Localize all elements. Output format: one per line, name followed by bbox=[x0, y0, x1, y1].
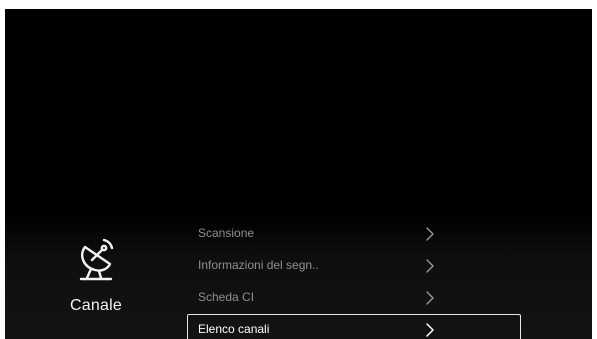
menu-item-label: Scansione bbox=[198, 226, 255, 240]
menu-item-label: Informazioni del segn.. bbox=[198, 258, 319, 272]
menu-item-elenco-canali[interactable]: Elenco canali bbox=[187, 314, 521, 339]
menu-item-informazioni-segnale[interactable]: Informazioni del segn.. bbox=[187, 250, 521, 282]
chevron-right-icon bbox=[426, 323, 434, 337]
chevron-right-icon bbox=[426, 291, 434, 305]
category-label: Canale bbox=[70, 297, 122, 314]
satellite-dish-icon bbox=[79, 238, 114, 281]
menu-item-label: Scheda CI bbox=[198, 290, 255, 304]
menu-item-label: Elenco canali bbox=[198, 322, 270, 336]
chevron-right-icon bbox=[426, 227, 434, 241]
menu-item-scansione[interactable]: Scansione bbox=[187, 218, 521, 250]
tv-settings-screen: Canale Scansione Informazioni del segn..… bbox=[5, 9, 592, 339]
category-panel: Canale bbox=[55, 233, 137, 315]
settings-menu: Scansione Informazioni del segn.. Scheda… bbox=[187, 218, 521, 339]
chevron-right-icon bbox=[426, 259, 434, 273]
menu-item-scheda-ci[interactable]: Scheda CI bbox=[187, 282, 521, 314]
